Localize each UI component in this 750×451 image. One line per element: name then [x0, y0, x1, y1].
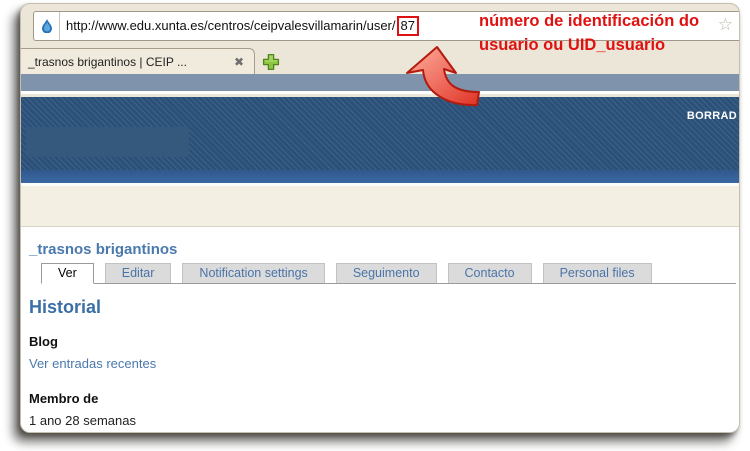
draft-watermark-label: BORRAD — [686, 110, 737, 122]
member-since-label: Membro de — [29, 391, 99, 406]
annotation-line-1: número de identificación do — [479, 12, 700, 30]
annotation-note: número de identificación do usuario ou U… — [479, 9, 699, 57]
curved-red-arrow-icon — [406, 46, 480, 107]
tab-seguimento[interactable]: Seguimento — [335, 263, 437, 283]
tab-notification-settings[interactable]: Notification settings — [182, 263, 325, 283]
browser-window: http://www.edu.xunta.es/centros/ceipvale… — [20, 3, 740, 433]
new-tab-button[interactable] — [262, 53, 280, 71]
tab-favicon-icon — [20, 55, 22, 69]
url-text: http://www.edu.xunta.es/centros/ceipvale… — [60, 16, 419, 36]
page-content: _trasnos brigantinos Ver Editar Notifica… — [21, 227, 739, 432]
bookmark-star-icon[interactable]: ☆ — [718, 15, 733, 35]
browser-tab[interactable]: _trasnos brigantinos | CEIP ... ✖ — [20, 48, 255, 74]
tab-close-icon[interactable]: ✖ — [234, 55, 244, 69]
site-logo-area — [26, 127, 189, 157]
page-top-band — [21, 74, 739, 94]
tab-personal-files[interactable]: Personal files — [542, 263, 652, 283]
url-prefix: http://www.edu.xunta.es/centros/ceipvale… — [66, 18, 396, 33]
history-heading: Historial — [29, 297, 102, 317]
annotation-line-2: usuario ou UID_usuario — [479, 36, 666, 54]
profile-title: _trasnos brigantinos — [29, 241, 178, 258]
tab-editar[interactable]: Editar — [104, 263, 172, 283]
site-header-banner: BORRAD — [21, 97, 739, 170]
member-since-value: 1 ano 28 semanas — [29, 413, 136, 428]
header-bottom-band — [21, 170, 739, 183]
empty-menu-band — [21, 186, 739, 227]
uid-highlight-box: 87 — [396, 16, 419, 36]
recent-entries-link[interactable]: Ver entradas recentes — [29, 356, 739, 371]
blog-label: Blog — [29, 334, 58, 349]
plus-icon — [262, 53, 280, 71]
drupal-favicon-box — [34, 12, 60, 40]
tab-contacto[interactable]: Contacto — [447, 263, 532, 283]
drupal-drop-icon — [41, 19, 52, 33]
tab-title: _trasnos brigantinos | CEIP ... — [28, 54, 187, 69]
profile-tabs: Ver Editar Notification settings Seguime… — [41, 263, 736, 284]
tab-ver[interactable]: Ver — [41, 263, 94, 284]
screenshot-canvas: http://www.edu.xunta.es/centros/ceipvale… — [0, 0, 750, 451]
